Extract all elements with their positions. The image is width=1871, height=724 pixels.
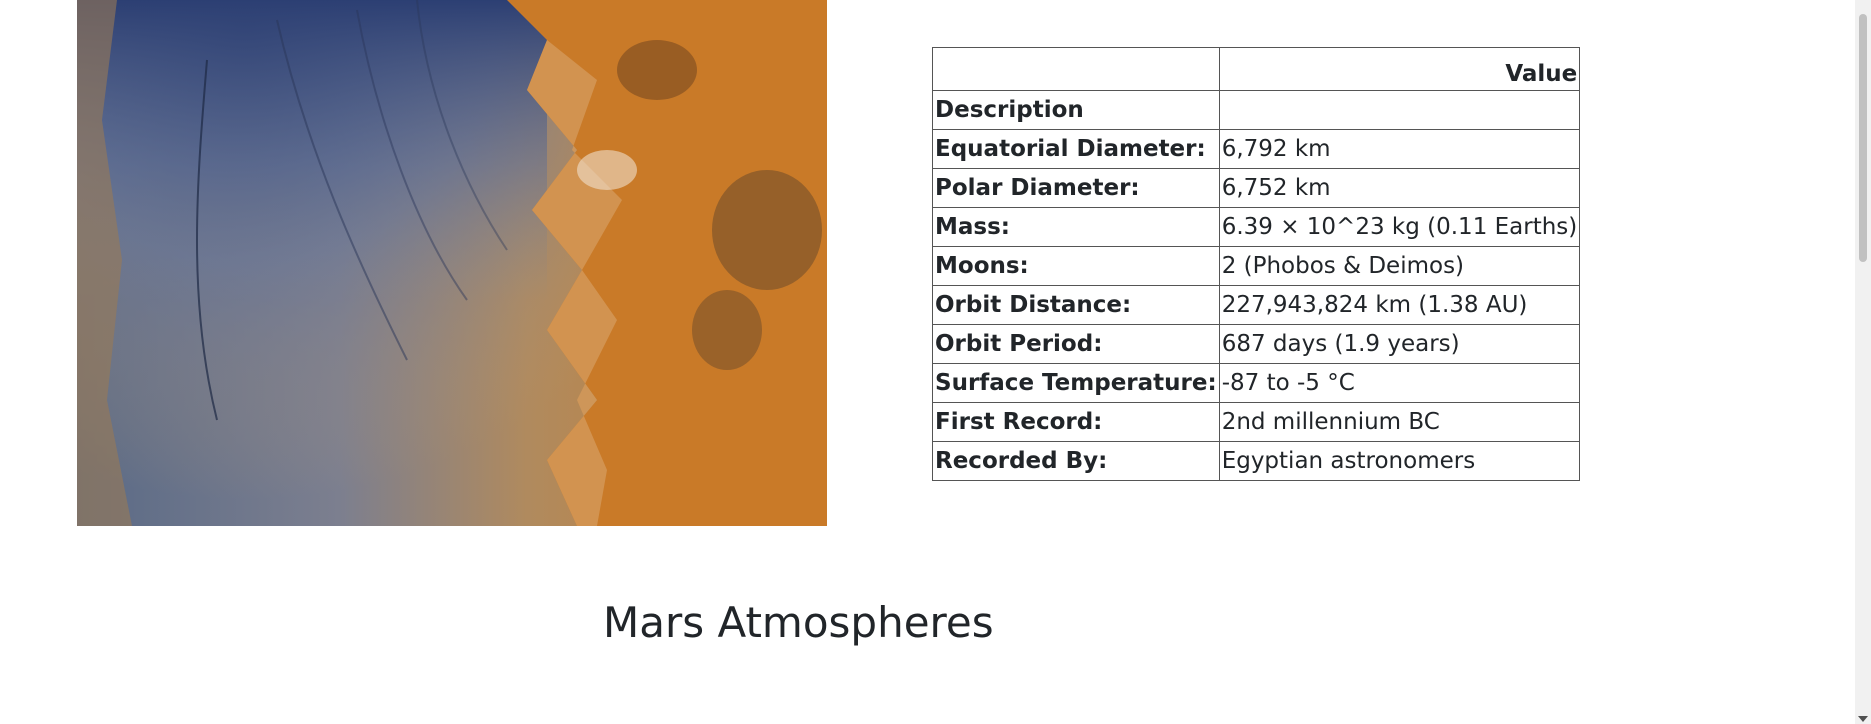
row-label: Description	[932, 90, 1220, 130]
vertical-scrollbar[interactable]	[1855, 0, 1871, 724]
table-row: Recorded By: Egyptian astronomers	[932, 441, 1581, 481]
table-row: Moons: 2 (Phobos & Deimos)	[932, 246, 1581, 286]
row-label: Equatorial Diameter:	[932, 129, 1220, 169]
row-value: 6.39 × 10^23 kg (0.11 Earths)	[1218, 207, 1581, 247]
table-row: Surface Temperature: -87 to -5 °C	[932, 363, 1581, 403]
table-row: First Record: 2nd millennium BC	[932, 402, 1581, 442]
row-label: Recorded By:	[932, 441, 1220, 481]
row-value: 2 (Phobos & Deimos)	[1218, 246, 1581, 286]
row-value: -87 to -5 °C	[1218, 363, 1581, 403]
row-value	[1218, 90, 1581, 130]
mars-facts-table: Value Description Equatorial Diameter: 6…	[932, 47, 1581, 481]
row-value: 227,943,824 km (1.38 AU)	[1218, 285, 1581, 325]
row-value: 6,792 km	[1218, 129, 1581, 169]
table-row: Orbit Distance: 227,943,824 km (1.38 AU)	[932, 285, 1581, 325]
table-header-row: Value	[932, 47, 1581, 91]
row-value: 6,752 km	[1218, 168, 1581, 208]
row-label: Mass:	[932, 207, 1220, 247]
row-label: First Record:	[932, 402, 1220, 442]
row-value: 2nd millennium BC	[1218, 402, 1581, 442]
section-heading-mars-atmospheres: Mars Atmospheres	[603, 598, 994, 647]
mars-surface-image	[77, 0, 827, 526]
scroll-down-arrow-icon[interactable]	[1858, 716, 1868, 722]
scrollbar-thumb[interactable]	[1859, 14, 1867, 262]
row-label: Moons:	[932, 246, 1220, 286]
table-header-blank	[932, 47, 1220, 91]
row-label: Surface Temperature:	[932, 363, 1220, 403]
table-row: Polar Diameter: 6,752 km	[932, 168, 1581, 208]
table-header-value: Value	[1218, 47, 1581, 91]
table-row: Description	[932, 90, 1581, 130]
table-row: Orbit Period: 687 days (1.9 years)	[932, 324, 1581, 364]
row-value: 687 days (1.9 years)	[1218, 324, 1581, 364]
row-label: Orbit Distance:	[932, 285, 1220, 325]
row-label: Orbit Period:	[932, 324, 1220, 364]
table-row: Mass: 6.39 × 10^23 kg (0.11 Earths)	[932, 207, 1581, 247]
row-value: Egyptian astronomers	[1218, 441, 1581, 481]
table-row: Equatorial Diameter: 6,792 km	[932, 129, 1581, 169]
row-label: Polar Diameter:	[932, 168, 1220, 208]
